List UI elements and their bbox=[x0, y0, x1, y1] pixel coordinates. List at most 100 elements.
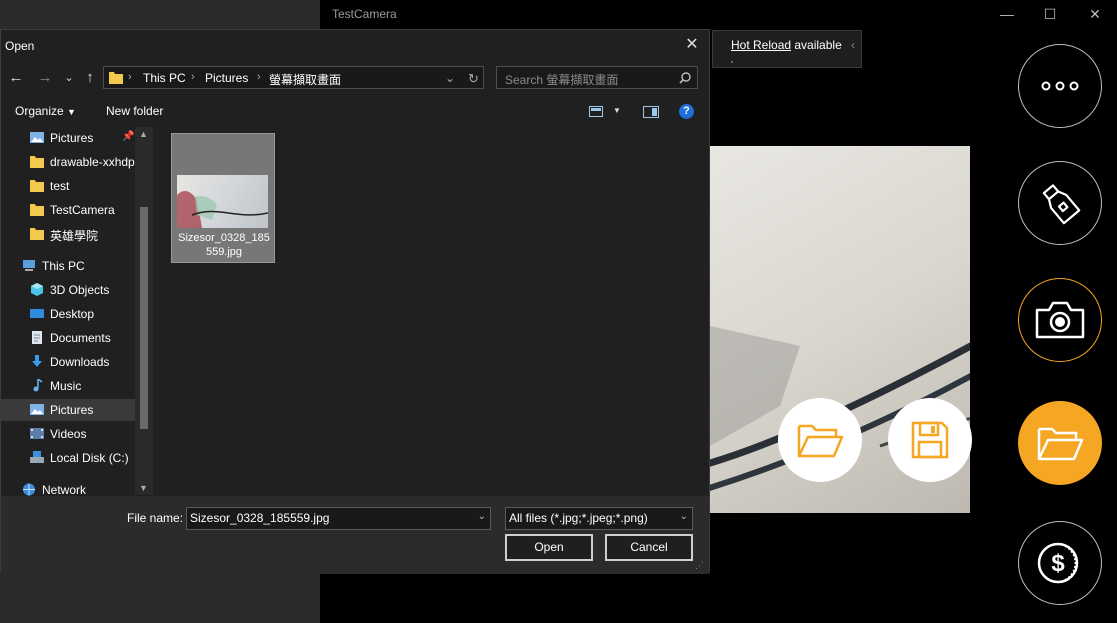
pin-icon: 📌 bbox=[122, 131, 135, 142]
chevron-right-icon: › bbox=[128, 71, 132, 83]
nav-item-local-disk[interactable]: Local Disk (C:) bbox=[1, 447, 135, 469]
cancel-button[interactable]: Cancel bbox=[605, 534, 693, 561]
up-button[interactable]: ↑ bbox=[81, 69, 99, 87]
chevron-right-icon: › bbox=[191, 71, 195, 83]
svg-text:$: $ bbox=[1051, 550, 1065, 577]
chevron-down-icon[interactable]: ⌄ bbox=[680, 511, 688, 522]
nav-item-label: Pictures bbox=[50, 403, 94, 417]
save-button[interactable] bbox=[888, 398, 972, 482]
documents-icon bbox=[32, 331, 42, 344]
dialog-footer: File name: Sizesor_0328_185559.jpg ⌄ All… bbox=[1, 496, 709, 574]
nav-item-label: TestCamera bbox=[50, 203, 115, 217]
more-options-button[interactable] bbox=[1018, 44, 1102, 128]
nav-item-test[interactable]: test bbox=[1, 175, 135, 197]
chevron-down-icon[interactable]: ⌄ bbox=[445, 71, 455, 85]
nav-item-videos[interactable]: Videos bbox=[1, 423, 135, 445]
scroll-down-icon[interactable]: ▼ bbox=[139, 483, 148, 493]
gallery-folder-button[interactable] bbox=[1018, 401, 1102, 485]
address-bar[interactable]: › This PC › Pictures › 螢幕擷取畫面 ⌄ ↻ bbox=[103, 66, 484, 89]
close-button[interactable]: ✕ bbox=[1085, 6, 1105, 22]
folder-icon bbox=[30, 180, 44, 192]
dialog-close-button[interactable]: ✕ bbox=[681, 34, 703, 56]
folder-icon bbox=[30, 228, 44, 240]
nav-item-testcamera[interactable]: TestCamera bbox=[1, 199, 135, 221]
network-icon bbox=[23, 483, 35, 496]
nav-item-label: Downloads bbox=[50, 355, 110, 369]
chevron-down-icon[interactable]: ⌄ bbox=[478, 511, 486, 522]
view-dropdown-icon[interactable]: ▼ bbox=[613, 106, 621, 115]
more-dots-icon bbox=[1041, 81, 1079, 91]
nav-item-label: Desktop bbox=[50, 307, 95, 321]
nav-item-pictures-quick[interactable]: Pictures 📌 bbox=[1, 127, 135, 149]
flashlight-button[interactable] bbox=[1018, 161, 1102, 245]
search-placeholder: Search 螢幕擷取畫面 bbox=[505, 73, 619, 87]
chevron-left-icon[interactable]: ‹ bbox=[851, 38, 855, 52]
nav-item-music[interactable]: Music bbox=[1, 375, 135, 397]
nav-item-desktop[interactable]: Desktop bbox=[1, 303, 135, 325]
file-thumbnail bbox=[177, 175, 268, 228]
breadcrumb-pictures[interactable]: Pictures bbox=[205, 71, 248, 85]
nav-item-drawable-xxhdp[interactable]: drawable-xxhdp bbox=[1, 151, 135, 173]
nav-item-documents[interactable]: Documents bbox=[1, 327, 135, 349]
nav-item-hero-academy[interactable]: 英雄學院 bbox=[1, 223, 135, 245]
scrollbar-thumb[interactable] bbox=[140, 207, 148, 429]
dollar-coin-icon: $ bbox=[1037, 542, 1079, 584]
search-box[interactable]: Search 螢幕擷取畫面 bbox=[496, 66, 698, 89]
nav-item-downloads[interactable]: Downloads bbox=[1, 351, 135, 373]
dialog-toolbar: Organize ▼ New folder ▼ ? bbox=[1, 96, 709, 126]
floppy-disk-icon bbox=[911, 421, 949, 459]
folder-open-icon bbox=[797, 424, 844, 458]
videos-icon bbox=[30, 428, 44, 439]
resize-grip-icon[interactable]: ⋰ bbox=[695, 560, 707, 572]
file-item[interactable]: Sizesor_0328_185559.jpg bbox=[171, 133, 275, 263]
nav-item-label: Documents bbox=[50, 331, 111, 345]
nav-item-3d-objects[interactable]: 3D Objects bbox=[1, 279, 135, 301]
flashlight-icon bbox=[1042, 184, 1081, 225]
file-type-select[interactable]: All files (*.jpg;*.jpeg;*.png) ⌄ bbox=[505, 507, 693, 530]
hot-reload-suffix: available bbox=[791, 38, 842, 52]
search-icon bbox=[679, 72, 691, 84]
refresh-icon[interactable]: ↻ bbox=[468, 71, 479, 87]
file-name-value: Sizesor_0328_185559.jpg bbox=[190, 511, 330, 525]
view-options-icon[interactable] bbox=[589, 106, 603, 117]
nav-item-pictures[interactable]: Pictures bbox=[1, 399, 135, 421]
open-folder-button[interactable] bbox=[778, 398, 862, 482]
nav-item-label: 英雄學院 bbox=[50, 229, 99, 243]
help-icon[interactable]: ? bbox=[679, 104, 694, 119]
recent-locations-button[interactable]: ⌄ bbox=[60, 69, 78, 87]
back-button[interactable]: ← bbox=[7, 69, 25, 87]
breadcrumb-current-folder[interactable]: 螢幕擷取畫面 bbox=[269, 71, 341, 88]
minimize-button[interactable]: — bbox=[997, 6, 1017, 22]
app-title: TestCamera bbox=[332, 7, 397, 21]
3d-objects-icon bbox=[31, 283, 43, 296]
pictures-icon bbox=[30, 132, 44, 143]
file-name-input[interactable]: Sizesor_0328_185559.jpg ⌄ bbox=[186, 507, 491, 530]
maximize-button[interactable]: ☐ bbox=[1040, 6, 1060, 22]
folder-icon bbox=[30, 204, 44, 216]
file-list-pane: Sizesor_0328_185559.jpg bbox=[155, 127, 709, 495]
folder-icon bbox=[109, 72, 123, 84]
organize-menu[interactable]: Organize ▼ bbox=[15, 104, 76, 118]
folder-icon bbox=[30, 156, 44, 168]
nav-item-label: test bbox=[50, 179, 70, 193]
pictures-icon bbox=[30, 404, 44, 415]
nav-scrollbar[interactable]: ▲ ▼ bbox=[135, 127, 153, 495]
new-folder-button[interactable]: New folder bbox=[106, 104, 163, 118]
computer-icon bbox=[23, 260, 35, 271]
nav-item-label: Network bbox=[42, 483, 87, 497]
nav-item-this-pc[interactable]: This PC bbox=[1, 255, 135, 277]
downloads-icon bbox=[32, 355, 42, 367]
nav-item-label: Local Disk (C:) bbox=[50, 451, 129, 465]
preview-pane-icon[interactable] bbox=[643, 106, 659, 118]
breadcrumb-this-pc[interactable]: This PC bbox=[143, 71, 186, 85]
desktop-icon bbox=[30, 309, 44, 318]
navigation-pane: Pictures 📌 drawable-xxhdp test TestCamer… bbox=[1, 127, 153, 497]
hot-reload-link[interactable]: Hot Reload bbox=[731, 38, 791, 52]
nav-item-label: 3D Objects bbox=[50, 283, 110, 297]
scroll-up-icon[interactable]: ▲ bbox=[139, 129, 148, 139]
forward-button[interactable]: → bbox=[36, 69, 54, 87]
organize-label: Organize bbox=[15, 104, 64, 118]
coin-button[interactable]: $ bbox=[1018, 521, 1102, 605]
camera-capture-button[interactable] bbox=[1018, 278, 1102, 362]
open-button[interactable]: Open bbox=[505, 534, 593, 561]
